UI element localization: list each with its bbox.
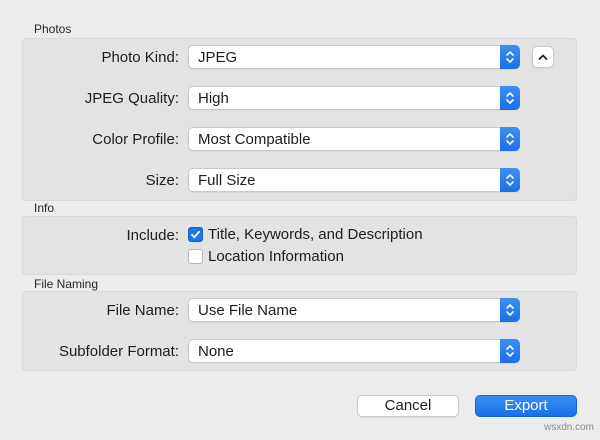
- collapse-button[interactable]: [532, 46, 554, 68]
- watermark: wsxdn.com: [544, 422, 595, 433]
- size-popup[interactable]: Full Size: [188, 168, 520, 192]
- location-info-checkbox[interactable]: [188, 249, 203, 264]
- popup-stepper-icon: [500, 339, 520, 363]
- size-value: Full Size: [198, 172, 256, 189]
- title-keywords-label[interactable]: Title, Keywords, and Description: [208, 226, 423, 243]
- file-name-value: Use File Name: [198, 302, 298, 319]
- cancel-button[interactable]: Cancel: [357, 395, 459, 417]
- color-profile-label: Color Profile:: [92, 131, 179, 148]
- file-name-label: File Name:: [106, 302, 179, 319]
- info-group: [22, 216, 577, 275]
- popup-stepper-icon: [500, 127, 520, 151]
- color-profile-popup[interactable]: Most Compatible: [188, 127, 520, 151]
- popup-stepper-icon: [500, 168, 520, 192]
- size-label: Size:: [145, 172, 179, 189]
- title-keywords-checkbox[interactable]: [188, 227, 203, 242]
- subfolder-format-popup[interactable]: None: [188, 339, 520, 363]
- photo-kind-label: Photo Kind:: [101, 49, 179, 66]
- include-label: Include:: [126, 227, 179, 244]
- checkmark-icon: [191, 230, 200, 239]
- photo-kind-value: JPEG: [198, 49, 238, 66]
- chevron-up-icon: [538, 54, 548, 60]
- color-profile-value: Most Compatible: [198, 131, 311, 148]
- popup-stepper-icon: [500, 45, 520, 69]
- location-info-label[interactable]: Location Information: [208, 248, 344, 265]
- photo-kind-popup[interactable]: JPEG: [188, 45, 520, 69]
- file-name-popup[interactable]: Use File Name: [188, 298, 520, 322]
- subfolder-format-label: Subfolder Format:: [58, 343, 179, 360]
- jpeg-quality-popup[interactable]: High: [188, 86, 520, 110]
- section-title-info: Info: [34, 201, 55, 215]
- section-title-photos: Photos: [34, 22, 72, 36]
- section-title-file-naming: File Naming: [34, 277, 99, 291]
- subfolder-format-value: None: [198, 343, 234, 360]
- jpeg-quality-value: High: [198, 90, 229, 107]
- popup-stepper-icon: [500, 86, 520, 110]
- jpeg-quality-label: JPEG Quality:: [84, 90, 179, 107]
- popup-stepper-icon: [500, 298, 520, 322]
- export-button[interactable]: Export: [475, 395, 577, 417]
